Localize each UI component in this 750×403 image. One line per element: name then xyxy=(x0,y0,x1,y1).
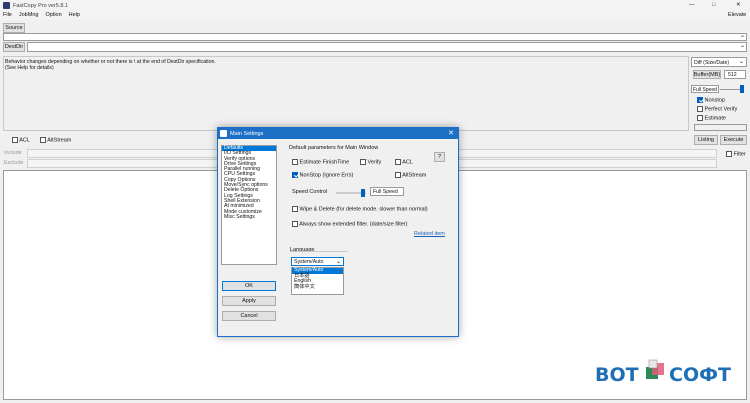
language-divider xyxy=(290,251,348,252)
source-button[interactable]: Source xyxy=(3,23,25,33)
menu-option[interactable]: Option xyxy=(45,12,61,18)
language-select-value: System/Auto xyxy=(294,259,324,265)
watermark-right: СОФТ xyxy=(669,364,731,386)
destdir-chevron-down-icon[interactable]: ⌄ xyxy=(740,42,745,49)
ext-filter-checkbox[interactable]: Always show extended filter. (date/size … xyxy=(292,221,407,227)
dialog-altstream-label: AltStream xyxy=(402,172,427,179)
progress-bar xyxy=(694,124,747,131)
cancel-button[interactable]: Cancel xyxy=(222,311,276,321)
estimate-check xyxy=(697,115,703,121)
altstream-label: AltStream xyxy=(47,137,72,144)
category-list[interactable]: Defaults I/O Settings Verify options Dri… xyxy=(221,145,277,265)
verify-checkbox[interactable]: Verify xyxy=(360,159,381,165)
estimate-finishtime-check xyxy=(292,159,298,165)
dialog-app-icon xyxy=(220,130,227,137)
language-label: Language xyxy=(290,247,315,253)
dialog-acl-checkbox[interactable]: ACL xyxy=(395,159,413,165)
maximize-icon[interactable]: □ xyxy=(712,2,715,8)
perfect-verify-check xyxy=(697,106,703,112)
dialog-nonstop-check xyxy=(292,172,298,178)
acl-check xyxy=(12,137,18,143)
wipe-checkbox[interactable]: Wipe & Delete (for delete mode. slower t… xyxy=(292,206,428,212)
dialog-title-bar: Main Settings ✕ xyxy=(218,128,458,139)
menu-bar: File JobMng Option Help Elevate xyxy=(0,11,750,20)
nonstop-label: Nonstop xyxy=(704,97,726,104)
language-dropdown[interactable]: System/Auto 日本語 English 簡体中文 xyxy=(291,267,344,295)
section-title: Default parameters for Main Window xyxy=(289,145,379,151)
title-bar: FastCopy Pro ver5.8.1 — □ ✕ xyxy=(0,0,750,11)
verify-check xyxy=(360,159,366,165)
elevate-button[interactable]: Elevate xyxy=(728,12,746,18)
app-icon xyxy=(3,2,10,9)
nonstop-check xyxy=(697,97,703,103)
altstream-check xyxy=(40,137,46,143)
listing-button[interactable]: Listing xyxy=(694,135,718,145)
speed-control-label: Speed Control xyxy=(292,189,328,195)
ext-filter-label: Always show extended filter. (date/size … xyxy=(299,221,408,228)
buffer-button[interactable]: Buffer(MB) xyxy=(693,70,721,79)
wipe-label: Wipe & Delete (for delete mode. slower t… xyxy=(299,206,428,213)
language-option[interactable]: 簡体中文 xyxy=(292,284,343,291)
verify-label: Verify xyxy=(367,159,382,166)
speed-label: Full Speed xyxy=(691,85,719,93)
language-chevron-down-icon: ⌄ xyxy=(335,259,341,265)
dialog-altstream-checkbox[interactable]: AltStream xyxy=(395,172,426,178)
estimate-finishtime-label: Estimate FinishTime xyxy=(299,159,350,166)
dialog-nonstop-label: NonStop (Ignore Errs) xyxy=(299,172,354,179)
info-line-1: Behavior changes depending on whether or… xyxy=(5,59,216,65)
menu-file[interactable]: File xyxy=(3,12,12,18)
nonstop-checkbox[interactable]: Nonstop xyxy=(697,97,725,103)
perfect-verify-checkbox[interactable]: Perfect Verify xyxy=(697,106,737,112)
ok-button[interactable]: OK xyxy=(222,281,276,291)
category-item[interactable]: Misc Settings xyxy=(222,214,276,220)
window-title: FastCopy Pro ver5.8.1 xyxy=(13,3,69,9)
wipe-check xyxy=(292,206,298,212)
dialog-close-icon[interactable]: ✕ xyxy=(448,129,454,137)
mode-select[interactable]: Diff (Size/Date) ⌄ xyxy=(691,57,747,67)
dialog-title: Main Settings xyxy=(230,130,264,137)
include-label: Include xyxy=(4,150,22,156)
destdir-button[interactable]: DestDir xyxy=(3,42,25,52)
execute-button[interactable]: Execute xyxy=(720,135,747,145)
source-input[interactable] xyxy=(3,33,747,41)
dialog-speed-value: Full Speed xyxy=(370,187,404,196)
apply-button[interactable]: Apply xyxy=(222,296,276,306)
close-icon[interactable]: ✕ xyxy=(736,2,741,8)
acl-label: ACL xyxy=(19,137,30,144)
estimate-finishtime-checkbox[interactable]: Estimate FinishTime xyxy=(292,159,349,165)
language-select[interactable]: System/Auto ⌄ xyxy=(291,257,344,266)
info-area: Behavior changes depending on whether or… xyxy=(3,56,689,131)
main-settings-dialog: Main Settings ✕ Defaults I/O Settings Ve… xyxy=(217,127,459,337)
mode-select-value: Diff (Size/Date) xyxy=(694,60,730,66)
exclude-label: Exclude xyxy=(4,160,24,166)
dialog-acl-check xyxy=(395,159,401,165)
info-line-2: (See Help for details) xyxy=(5,65,54,71)
destdir-input[interactable] xyxy=(27,42,747,52)
acl-checkbox[interactable]: ACL xyxy=(12,137,30,143)
ext-filter-check xyxy=(292,221,298,227)
menu-jobmng[interactable]: JobMng xyxy=(19,12,39,18)
watermark-box-icon xyxy=(643,358,667,382)
perfect-verify-label: Perfect Verify xyxy=(704,106,738,113)
dialog-acl-label: ACL xyxy=(402,159,413,166)
dialog-speed-slider-handle[interactable] xyxy=(361,189,365,197)
menu-help[interactable]: Help xyxy=(69,12,80,18)
minimize-icon[interactable]: — xyxy=(689,2,695,8)
altstream-checkbox[interactable]: AltStream xyxy=(40,137,71,143)
filter-check xyxy=(726,151,732,157)
buffer-input[interactable]: 512 xyxy=(724,70,746,79)
speed-slider-handle[interactable] xyxy=(740,85,744,93)
watermark-left: BOT xyxy=(595,364,639,386)
source-chevron-down-icon[interactable]: ⌄ xyxy=(740,32,745,39)
related-item-link[interactable]: Related item xyxy=(414,231,445,237)
dialog-altstream-check xyxy=(395,172,401,178)
estimate-checkbox[interactable]: Estimate xyxy=(697,115,726,121)
estimate-label: Estimate xyxy=(704,115,726,122)
mode-chevron-down-icon: ⌄ xyxy=(738,59,744,65)
dialog-nonstop-checkbox[interactable]: NonStop (Ignore Errs) xyxy=(292,172,353,178)
filter-checkbox[interactable]: Filter xyxy=(726,151,746,157)
filter-label: Filter xyxy=(733,151,746,158)
help-button[interactable]: ? xyxy=(434,152,445,162)
